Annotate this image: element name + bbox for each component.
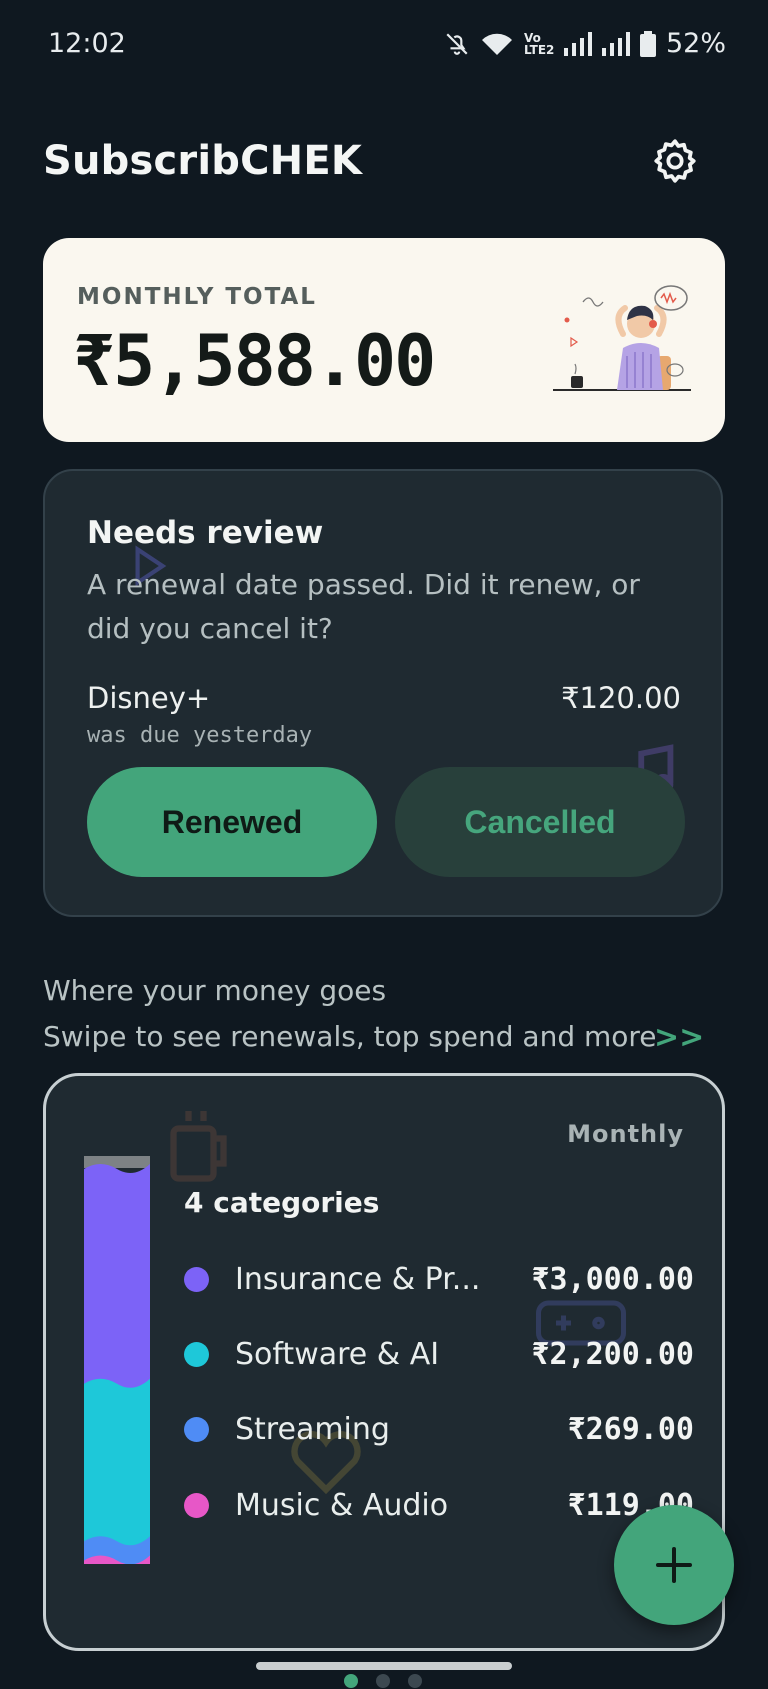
needs-review-title: Needs review <box>87 515 324 551</box>
signal-icon-2 <box>601 31 630 56</box>
category-row[interactable]: Streaming ₹269.00 <box>184 1409 694 1449</box>
category-stacked-bar <box>84 1156 150 1564</box>
category-dot <box>184 1341 209 1367</box>
plus-icon <box>656 1547 692 1583</box>
subscription-name: Disney+ <box>87 681 211 715</box>
category-name: Music & Audio <box>235 1487 449 1523</box>
app-title: SubscribCHEK <box>43 138 363 184</box>
cancelled-button[interactable]: Cancelled <box>395 767 685 877</box>
signal-icon <box>563 31 592 56</box>
subscription-price: ₹120.00 <box>561 681 681 715</box>
category-dot <box>184 1416 209 1442</box>
bar-segment-1 <box>84 1378 150 1564</box>
subscription-due: was due yesterday <box>87 723 313 748</box>
mute-icon <box>446 32 468 55</box>
monthly-total-card: MONTHLY TOTAL ₹5,588.00 <box>43 238 725 442</box>
needs-review-description: A renewal date passed. Did it renew, or … <box>87 568 640 645</box>
page-dot[interactable] <box>376 1674 390 1688</box>
monthly-total-label: MONTHLY TOTAL <box>77 284 317 310</box>
category-count: 4 categories <box>184 1186 380 1219</box>
period-label[interactable]: Monthly <box>567 1120 684 1148</box>
where-money-goes-heading: Where your money goes <box>43 974 387 1007</box>
swipe-arrows-icon[interactable]: >> <box>654 1020 704 1055</box>
battery-percent: 52% <box>665 28 726 59</box>
category-dot <box>184 1492 209 1518</box>
status-time: 12:02 <box>48 28 126 59</box>
category-row[interactable]: Software & AI ₹2,200.00 <box>184 1334 694 1374</box>
monthly-total-amount: ₹5,588.00 <box>73 320 436 402</box>
wifi-icon <box>481 33 512 55</box>
status-icons: Vo LTE2 52% <box>444 28 726 59</box>
category-amount: ₹269.00 <box>567 1411 694 1447</box>
page-dot[interactable] <box>408 1674 422 1688</box>
category-name: Streaming <box>235 1411 390 1447</box>
category-row[interactable]: Music & Audio ₹119.00 <box>184 1485 694 1525</box>
category-dot <box>184 1266 209 1292</box>
relaxing-person-illustration <box>553 285 691 391</box>
network-label: Vo LTE2 <box>523 30 555 57</box>
category-name: Software & AI <box>235 1336 440 1372</box>
add-subscription-button[interactable] <box>614 1505 734 1625</box>
renewed-button[interactable]: Renewed <box>87 767 377 877</box>
category-name: Insurance & Pr... <box>235 1261 481 1297</box>
needs-review-card: Needs review A renewal date passed. Did … <box>43 469 723 917</box>
category-row[interactable]: Insurance & Pr... ₹3,000.00 <box>184 1259 694 1299</box>
mug-icon <box>170 1111 227 1182</box>
home-indicator[interactable] <box>256 1662 512 1670</box>
page-dot[interactable] <box>344 1674 358 1688</box>
category-amount: ₹2,200.00 <box>531 1336 694 1372</box>
page-indicator <box>344 1674 422 1688</box>
battery-icon <box>639 30 656 57</box>
category-amount: ₹3,000.00 <box>531 1261 694 1297</box>
swipe-hint: Swipe to see renewals, top spend and mor… <box>43 1020 657 1053</box>
gear-icon[interactable] <box>650 136 700 186</box>
